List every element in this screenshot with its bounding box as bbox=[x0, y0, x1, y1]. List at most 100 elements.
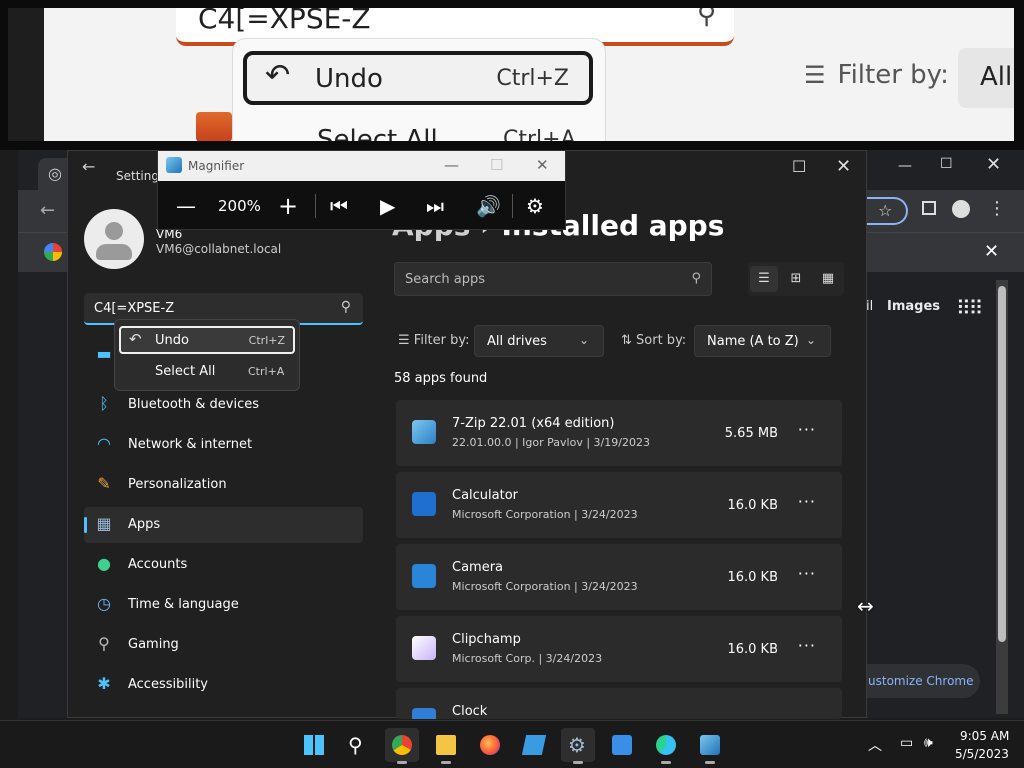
chrome-menu-icon[interactable]: ⋮ bbox=[988, 198, 1006, 219]
zoom-in-button[interactable]: + bbox=[278, 193, 298, 219]
next-paragraph-icon[interactable]: ⏭ bbox=[426, 193, 444, 219]
sort-dropdown[interactable]: Name (A to Z) ⌄ bbox=[694, 325, 831, 357]
clock-date[interactable]: 5/5/2023 bbox=[955, 747, 1009, 761]
volume-icon[interactable]: 🕪 bbox=[924, 735, 933, 751]
search-button[interactable]: ⚲ bbox=[341, 728, 375, 762]
sidebar-item-time-language[interactable]: ◷ Time & language bbox=[84, 587, 363, 623]
clock-time[interactable]: 9:05 AM bbox=[960, 729, 1009, 743]
chrome-close-icon[interactable]: ✕ bbox=[986, 154, 1001, 175]
firefox-icon bbox=[480, 735, 500, 755]
chrome-maximize-icon[interactable]: ☐ bbox=[940, 156, 953, 172]
sidebar-item-bluetooth[interactable]: ᛒ Bluetooth & devices bbox=[84, 387, 363, 423]
chrome-minimize-icon[interactable]: — bbox=[898, 158, 912, 174]
grid-view-icon[interactable]: ▦ bbox=[814, 266, 842, 292]
sidebar-item-gaming[interactable]: ⚲ Gaming bbox=[84, 627, 363, 663]
app-size: 5.65 MB bbox=[724, 426, 778, 441]
more-options-icon[interactable]: ··· bbox=[798, 564, 816, 583]
app-row[interactable]: Camera Microsoft Corporation | 3/24/2023… bbox=[396, 544, 842, 610]
sidebar-item-label: Network & internet bbox=[128, 437, 253, 452]
sidebar-item-label: Accessibility bbox=[128, 677, 208, 692]
separator bbox=[512, 194, 513, 218]
previous-paragraph-icon[interactable]: ⏮ bbox=[330, 193, 348, 219]
taskbar: ⚲ ⚙ ︿ ▭ 🕪 9:05 AM 5/5/2023 bbox=[0, 720, 1024, 768]
undo-menu-item[interactable]: ↶ Undo Ctrl+Z bbox=[119, 326, 295, 354]
app-row[interactable]: Calculator Microsoft Corporation | 3/24/… bbox=[396, 472, 842, 538]
search-icon: ⚲ bbox=[348, 733, 363, 757]
chevron-up-icon[interactable]: ︿ bbox=[868, 735, 882, 755]
images-link[interactable]: Images bbox=[887, 299, 940, 314]
tile-view-icon[interactable]: ⊞ bbox=[782, 266, 810, 292]
network-icon[interactable]: ▭ bbox=[900, 735, 913, 751]
zoom-level: 200% bbox=[218, 197, 261, 215]
file-explorer-button[interactable] bbox=[429, 728, 463, 764]
sidebar-item-label: Personalization bbox=[128, 477, 227, 492]
side-panel-icon[interactable] bbox=[922, 201, 936, 215]
chrome-scrollbar[interactable] bbox=[996, 280, 1008, 714]
zoom-undo-item: ↶ Undo Ctrl+Z bbox=[243, 51, 593, 105]
chrome-icon bbox=[392, 735, 412, 755]
zoom-select-all-shortcut: Ctrl+A bbox=[503, 127, 576, 141]
read-from-here-icon[interactable]: 🔊 bbox=[476, 193, 501, 219]
gear-icon[interactable]: ⚙ bbox=[526, 193, 544, 219]
magnifier-taskbar-button[interactable] bbox=[693, 728, 727, 764]
more-options-icon[interactable]: ··· bbox=[798, 492, 816, 511]
7zip-icon bbox=[412, 420, 436, 444]
magnifier-view: C4[=XPSE-Z ⚲ ↶ Undo Ctrl+Z Select All Ct… bbox=[0, 0, 1024, 150]
sidebar-item-accounts[interactable]: ● Accounts bbox=[84, 547, 363, 583]
google-icon[interactable] bbox=[44, 243, 62, 261]
app-size: 16.0 KB bbox=[727, 642, 778, 657]
settings-back-icon[interactable]: ← bbox=[82, 157, 95, 176]
list-view-icon[interactable]: ☰ bbox=[750, 266, 778, 292]
app-row[interactable]: Clipchamp Microsoft Corp. | 3/24/2023 16… bbox=[396, 616, 842, 682]
chrome-back-icon[interactable]: ← bbox=[40, 200, 55, 221]
app-row[interactable]: 7-Zip 22.01 (x64 edition) 22.01.00.0 | I… bbox=[396, 400, 842, 466]
sidebar-item-personalization[interactable]: ✎ Personalization bbox=[84, 467, 363, 503]
apps-count: 58 apps found bbox=[394, 371, 488, 386]
gmail-link[interactable]: il bbox=[866, 299, 873, 314]
bluetooth-icon: ᛒ bbox=[99, 394, 109, 413]
sidebar-item-network[interactable]: ◠ Network & internet bbox=[84, 427, 363, 463]
avatar[interactable] bbox=[84, 209, 144, 269]
clock-globe-icon: ◷ bbox=[97, 594, 111, 613]
app-taskbar-button[interactable] bbox=[517, 728, 551, 762]
profile-icon[interactable] bbox=[952, 200, 970, 218]
app-search-box: ⚲ bbox=[394, 262, 712, 296]
google-apps-icon[interactable]: ⠿⠿ bbox=[956, 296, 983, 320]
sidebar-item-accessibility[interactable]: ✱ Accessibility bbox=[84, 667, 363, 703]
filter-value: All drives bbox=[487, 334, 547, 349]
app-size: 16.0 KB bbox=[727, 498, 778, 513]
zoom-filter-label: Filter by: bbox=[837, 60, 949, 90]
edge-taskbar-button[interactable] bbox=[649, 728, 683, 764]
settings-window: ← Settings ☐ ✕ VM6 VM6@collabnet.local C… bbox=[67, 150, 867, 719]
settings-close-icon[interactable]: ✕ bbox=[836, 156, 851, 177]
more-options-icon[interactable]: ··· bbox=[798, 420, 816, 439]
app-row[interactable]: Clock bbox=[396, 688, 842, 719]
chrome-taskbar-button[interactable] bbox=[385, 728, 419, 764]
chat-icon bbox=[612, 735, 632, 755]
app-search-input[interactable] bbox=[395, 263, 711, 295]
chat-taskbar-button[interactable] bbox=[605, 728, 639, 762]
filter-dropdown[interactable]: All drives ⌄ bbox=[474, 325, 604, 357]
chrome-bar-close-icon[interactable]: ✕ bbox=[984, 241, 999, 262]
magnifier-minimize-icon[interactable]: — bbox=[444, 156, 459, 174]
chevron-down-icon: ⌄ bbox=[805, 333, 816, 347]
customize-chrome-button[interactable]: ustomize Chrome bbox=[864, 664, 980, 698]
magnifier-close-icon[interactable]: ✕ bbox=[536, 156, 549, 174]
zoom-undo-label: Undo bbox=[315, 64, 383, 94]
sidebar-item-apps[interactable]: ▦ Apps bbox=[84, 507, 363, 543]
chrome-tab-icon: ◎ bbox=[48, 164, 62, 183]
settings-maximize-icon[interactable]: ☐ bbox=[792, 157, 806, 176]
sort-label: ⇅ Sort by: bbox=[621, 333, 686, 348]
folder-icon bbox=[436, 735, 456, 755]
app-icon bbox=[521, 735, 547, 755]
chrome-scroll-thumb[interactable] bbox=[998, 286, 1006, 642]
zoom-search-icon: ⚲ bbox=[696, 8, 716, 30]
start-button[interactable] bbox=[297, 728, 331, 762]
zoom-out-button[interactable]: — bbox=[176, 193, 196, 219]
play-icon[interactable]: ▶ bbox=[380, 193, 395, 219]
more-options-icon[interactable]: ··· bbox=[798, 636, 816, 655]
sidebar-item-label: Accounts bbox=[128, 557, 188, 572]
app-name: Clock bbox=[452, 704, 488, 719]
firefox-button[interactable] bbox=[473, 728, 507, 762]
settings-taskbar-button[interactable]: ⚙ bbox=[561, 728, 595, 764]
